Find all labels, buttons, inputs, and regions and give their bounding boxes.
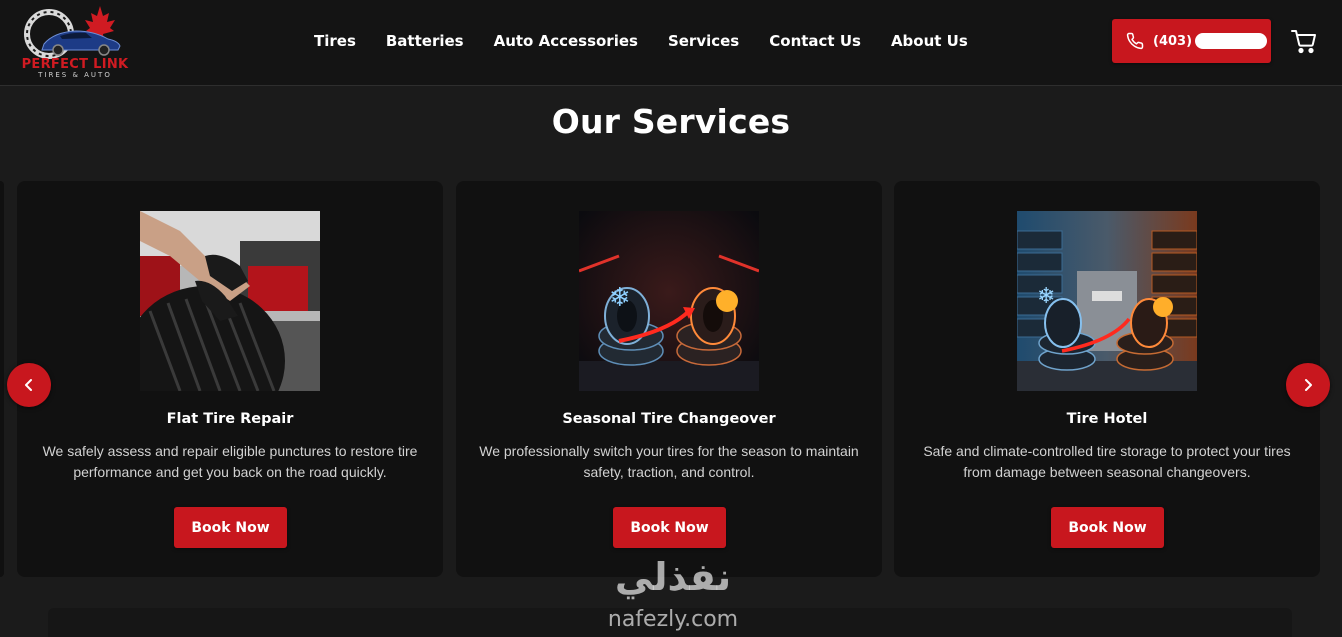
carousel-next-button[interactable] (1286, 363, 1330, 407)
nav-item-contact-us[interactable]: Contact Us (769, 32, 861, 50)
nav-item-about-us[interactable]: About Us (891, 32, 968, 50)
phone-number: (403) (1153, 33, 1193, 49)
logo-emblem-icon (24, 6, 121, 59)
chevron-left-icon (22, 378, 36, 392)
chevron-right-icon (1301, 378, 1315, 392)
watermark-url-text: nafezly.com (607, 607, 739, 632)
watermark: نفذلي nafezly.com (588, 555, 758, 635)
book-now-button[interactable]: Book Now (174, 507, 287, 548)
tire-hotel-image: ❄ (1017, 211, 1197, 391)
card-title: Seasonal Tire Changeover (562, 411, 776, 427)
call-phone-button[interactable]: (403) (1112, 19, 1271, 63)
service-card-seasonal-tire-changeover: ❄ Seasonal Tire Changeover We profession… (456, 181, 882, 577)
site-header: PERFECT LINK TIRES & AUTO Tires Batterie… (0, 0, 1342, 86)
phone-icon (1126, 32, 1144, 50)
nav-item-services[interactable]: Services (668, 32, 739, 50)
book-now-button[interactable]: Book Now (1051, 507, 1164, 548)
flat-tire-repair-image (140, 211, 320, 391)
partial-card-left (0, 181, 4, 577)
nav-item-auto-accessories[interactable]: Auto Accessories (494, 32, 638, 50)
watermark-arabic-text: نفذلي (614, 555, 732, 599)
logo-subtitle: TIRES & AUTO (38, 71, 112, 79)
card-description: Safe and climate-controlled tire storage… (923, 443, 1291, 480)
svg-text:❄: ❄ (1037, 284, 1055, 309)
card-title: Flat Tire Repair (166, 411, 294, 427)
main-nav: Tires Batteries Auto Accessories Service… (299, 30, 983, 52)
carousel-prev-button[interactable] (7, 363, 51, 407)
nav-item-tires[interactable]: Tires (314, 32, 356, 50)
brand-logo[interactable]: PERFECT LINK TIRES & AUTO (14, 4, 134, 80)
card-title: Tire Hotel (1066, 411, 1148, 427)
card-description: We professionally switch your tires for … (479, 443, 859, 480)
logo-title: PERFECT LINK (21, 57, 129, 72)
service-card-flat-tire-repair: Flat Tire Repair We safely assess and re… (17, 181, 443, 577)
redacted-phone-digits (1195, 33, 1268, 49)
section-title: Our Services (551, 102, 791, 141)
cart-icon[interactable] (1290, 28, 1318, 54)
svg-text:❄: ❄ (609, 283, 631, 313)
service-card-tire-hotel: ❄ Tire Hotel Safe and climate-controlled… (894, 181, 1320, 577)
book-now-button[interactable]: Book Now (613, 507, 726, 548)
seasonal-changeover-image: ❄ (579, 211, 759, 391)
nav-item-batteries[interactable]: Batteries (386, 32, 464, 50)
card-description: We safely assess and repair eligible pun… (42, 443, 418, 480)
